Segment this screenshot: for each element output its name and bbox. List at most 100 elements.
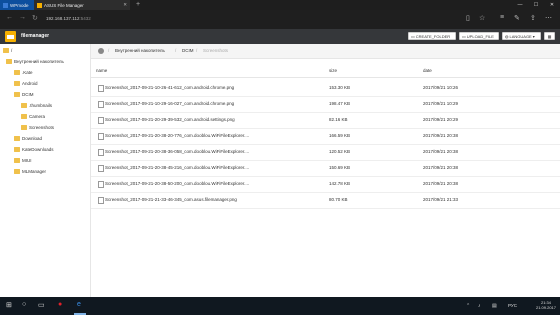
- folder-icon: [6, 59, 12, 64]
- file-size: 80.70 KB: [329, 197, 348, 202]
- table-row[interactable]: Screenshot_2017-09-21-20-38-36-058_com.d…: [91, 144, 560, 161]
- header-divider: [91, 77, 560, 78]
- edge-icon[interactable]: e: [77, 301, 81, 308]
- tree-item-miui[interactable]: MIUI: [14, 158, 32, 163]
- upload-file-button[interactable]: ▭ UPLOAD_FILE: [459, 32, 499, 40]
- language-button[interactable]: ◍ LANGUAGE ▾: [502, 32, 541, 40]
- file-name[interactable]: Screenshot_2017-09-21-10-29-16-027_com.a…: [105, 101, 234, 106]
- table-row[interactable]: Screenshot_2017-09-21-10-29-16-027_com.a…: [91, 96, 560, 113]
- tree-item-dcim[interactable]: DCIM: [14, 92, 34, 97]
- forward-icon[interactable]: →: [19, 14, 26, 21]
- table-row[interactable]: Screenshot_2017-09-21-21-33-46-345_com.a…: [91, 192, 560, 209]
- caret-down-icon: ▾: [532, 33, 535, 39]
- file-date: 2017/09/21 20:38: [423, 165, 459, 170]
- tree-item-internal-storage[interactable]: Внутренний накопитель: [6, 59, 64, 64]
- hub-icon[interactable]: ≡: [500, 14, 504, 21]
- breadcrumb-internal-storage[interactable]: Внутренний накопитель: [115, 48, 165, 53]
- network-icon[interactable]: ▤: [492, 303, 497, 309]
- table-row[interactable]: Screenshot_2017-09-21-10-26-41-612_com.a…: [91, 80, 560, 97]
- table-row[interactable]: Screenshot_2017-09-21-20-29-39-532_com.a…: [91, 112, 560, 129]
- url-field[interactable]: 192.168.137.112:5432: [46, 16, 91, 21]
- tree-item-mlmanager[interactable]: MLManager: [14, 169, 46, 174]
- storage-home-icon[interactable]: [98, 48, 104, 54]
- more-icon[interactable]: ⋯: [545, 14, 552, 22]
- opera-icon[interactable]: ●: [58, 301, 62, 308]
- file-name[interactable]: Screenshot_2017-09-21-10-26-41-612_com.a…: [105, 85, 234, 90]
- folder-plus-icon: ▭: [411, 33, 415, 39]
- column-header-name[interactable]: name: [96, 68, 107, 73]
- filemanager-logo-icon: [5, 31, 16, 42]
- back-icon[interactable]: ←: [6, 14, 13, 21]
- file-name[interactable]: Screenshot_2017-09-21-20-38-36-058_com.d…: [105, 149, 249, 154]
- tray-up-icon[interactable]: ⌃: [466, 303, 470, 309]
- new-tab-icon[interactable]: +: [136, 1, 140, 8]
- tab-wpmode[interactable]: WPmode: [0, 0, 34, 10]
- minimize-icon[interactable]: —: [512, 0, 528, 10]
- create-folder-button[interactable]: ▭ CREATE_FOLDER: [408, 32, 456, 40]
- maximize-icon[interactable]: ☐: [528, 0, 544, 10]
- tree-label: /: [11, 48, 13, 53]
- folder-icon: [14, 136, 20, 141]
- file-date: 2017/09/21 20:38: [423, 133, 459, 138]
- file-size: 120.52 KB: [329, 149, 351, 154]
- favorite-star-icon[interactable]: ☆: [479, 14, 485, 22]
- tree-label: KateDownloads: [22, 147, 54, 152]
- file-name[interactable]: Screenshot_2017-09-21-20-29-39-532_com.a…: [105, 117, 235, 122]
- task-view-icon[interactable]: ▭: [38, 301, 45, 309]
- windows-taskbar: ⊞ ○ ▭ ● e ⌃ ♪ ▤ РУС 21:34 21.09.2017: [0, 297, 560, 315]
- file-icon: [98, 133, 104, 140]
- clock[interactable]: 21:34 21.09.2017: [536, 300, 556, 310]
- separator-icon: /: [175, 48, 177, 53]
- tree-root[interactable]: /: [3, 48, 12, 53]
- tree-item-camera[interactable]: Camera: [21, 114, 45, 119]
- table-row[interactable]: Screenshot_2017-09-21-20-38-45-216_com.d…: [91, 160, 560, 177]
- tree-item-download[interactable]: Download: [14, 136, 42, 141]
- volume-icon[interactable]: ♪: [478, 303, 481, 309]
- search-icon[interactable]: ○: [22, 301, 26, 308]
- tree-item-android[interactable]: Android: [14, 81, 38, 86]
- file-size: 142.78 KB: [329, 181, 351, 186]
- refresh-icon[interactable]: ↻: [32, 14, 38, 22]
- file-name[interactable]: Screenshot_2017-09-21-21-33-46-345_com.a…: [105, 197, 237, 202]
- language-indicator[interactable]: РУС: [508, 303, 517, 308]
- file-name[interactable]: Screenshot_2017-09-21-20-38-45-216_com.d…: [105, 165, 249, 170]
- reading-view-icon[interactable]: ▯: [466, 14, 470, 22]
- app-title: filemanager: [21, 33, 50, 39]
- folder-icon: [14, 70, 20, 75]
- grid-view-button[interactable]: ▦: [544, 32, 555, 40]
- create-folder-label: CREATE_FOLDER: [415, 33, 451, 39]
- tree-label: Внутренний накопитель: [14, 59, 64, 64]
- close-window-icon[interactable]: ✕: [544, 0, 560, 10]
- table-row[interactable]: Screenshot_2017-09-21-20-38-50-200_com.d…: [91, 176, 560, 193]
- column-header-date[interactable]: date: [423, 68, 432, 73]
- tree-label: DCIM: [22, 92, 34, 97]
- close-tab-icon[interactable]: ✕: [123, 2, 127, 8]
- column-header-size[interactable]: size: [329, 68, 337, 73]
- language-label: LANGUAGE: [509, 33, 532, 39]
- file-icon: [98, 181, 104, 188]
- file-name[interactable]: Screenshot_2017-09-21-20-38-20-776_com.d…: [105, 133, 249, 138]
- tree-label: MIUI: [22, 158, 32, 163]
- tree-item-screenshots[interactable]: Screenshots: [21, 125, 54, 130]
- windows-start-icon[interactable]: ⊞: [6, 301, 12, 309]
- app-header: filemanager ▭ CREATE_FOLDER ▭ UPLOAD_FILE …: [0, 29, 560, 44]
- tree-label: Screenshots: [29, 125, 55, 130]
- tab-asus-file-manager[interactable]: ASUS File Manager ✕: [34, 0, 130, 10]
- file-name[interactable]: Screenshot_2017-09-21-20-38-50-200_com.d…: [105, 181, 249, 186]
- tree-item-kate[interactable]: .Kate: [14, 70, 33, 75]
- notes-icon[interactable]: ✎: [514, 14, 520, 22]
- file-icon: [98, 197, 104, 204]
- globe-icon: ◍: [505, 33, 509, 39]
- table-row[interactable]: Screenshot_2017-09-21-20-38-20-776_com.d…: [91, 128, 560, 145]
- tab-favicon-icon: [3, 2, 8, 8]
- file-date: 2017/09/21 20:38: [423, 181, 459, 186]
- file-size: 166.59 KB: [329, 133, 351, 138]
- tree-item-katedownloads[interactable]: KateDownloads: [14, 147, 54, 152]
- tree-label: Download: [22, 136, 43, 141]
- tab-label: WPmode: [10, 2, 29, 8]
- folder-icon: [3, 48, 9, 53]
- share-icon[interactable]: ⇪: [530, 14, 536, 22]
- tree-item-thumbnails[interactable]: .thumbnails: [21, 103, 52, 108]
- upload-file-label: UPLOAD_FILE: [466, 33, 494, 39]
- breadcrumb-dcim[interactable]: DCIM: [182, 48, 194, 53]
